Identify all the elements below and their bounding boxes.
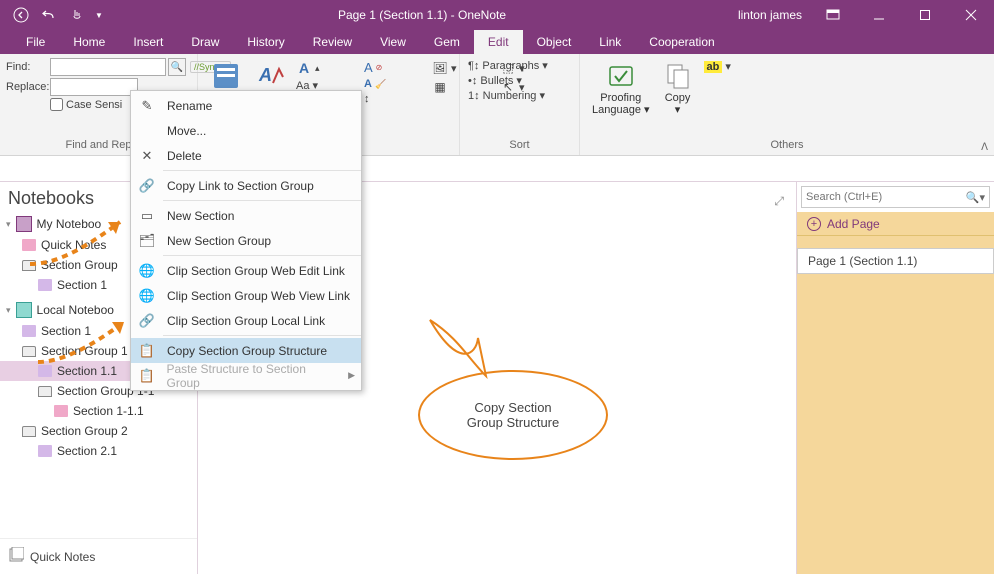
ribbon-display-button[interactable]: [810, 0, 856, 30]
context-menu: ✎Rename Move... ✕Delete 🔗Copy Link to Se…: [130, 90, 362, 391]
window-title: Page 1 (Section 1.1) - OneNote: [106, 8, 738, 22]
case-sensitive-label: Case Sensi: [66, 99, 122, 111]
tab-link[interactable]: Link: [585, 30, 635, 54]
tab-view[interactable]: View: [366, 30, 420, 54]
others-group: ProofingLanguage ▾ Copy▾ ab▾ Others: [580, 54, 994, 155]
replace-input[interactable]: [50, 78, 138, 96]
highlight-button[interactable]: ab▾: [704, 60, 764, 73]
link-icon: 🔗: [137, 178, 157, 194]
tab-review[interactable]: Review: [299, 30, 366, 54]
search-input[interactable]: [806, 191, 966, 203]
section-item[interactable]: Section 2.1: [0, 441, 197, 461]
maximize-button[interactable]: [902, 0, 948, 30]
new-section-group-icon: 🗂: [137, 233, 157, 249]
proofing-language-button[interactable]: ProofingLanguage ▾: [586, 58, 656, 118]
undo-button[interactable]: [36, 3, 62, 27]
tab-file[interactable]: File: [12, 30, 59, 54]
tab-draw[interactable]: Draw: [177, 30, 233, 54]
new-section-icon: ▭: [137, 208, 157, 224]
sort-group: ¶↕Paragraphs ▾ •↕Bullets ▾ 1↕Numbering ▾…: [460, 54, 580, 155]
find-label: Find:: [6, 61, 50, 73]
pages-panel: 🔍▾ + Add Page Page 1 (Section 1.1): [796, 182, 994, 574]
tab-history[interactable]: History: [233, 30, 298, 54]
sort-paragraphs-button[interactable]: ¶↕Paragraphs ▾: [468, 59, 548, 72]
clip-icon: 🌐: [137, 288, 157, 304]
ctx-new-section-group[interactable]: 🗂New Section Group: [131, 228, 361, 253]
ctx-clip-web-edit[interactable]: 🌐Clip Section Group Web Edit Link: [131, 258, 361, 283]
ctx-copy-link[interactable]: 🔗Copy Link to Section Group: [131, 173, 361, 198]
copy-button[interactable]: Copy▾: [656, 58, 700, 118]
section-group-item[interactable]: Section Group 2: [0, 421, 197, 441]
search-icon[interactable]: 🔍▾: [966, 191, 985, 204]
clip-icon: 🔗: [137, 313, 157, 329]
others-group-label: Others: [580, 139, 994, 155]
ctx-copy-structure[interactable]: 📋Copy Section Group Structure: [131, 338, 361, 363]
section-group-icon: [38, 386, 52, 397]
reset-size-button[interactable]: A⊘: [364, 60, 424, 75]
ctx-clip-web-view[interactable]: 🌐Clip Section Group Web View Link: [131, 283, 361, 308]
tab-edit[interactable]: Edit: [474, 30, 523, 54]
increase-font-button[interactable]: A▴: [296, 60, 356, 76]
tab-gem[interactable]: Gem: [420, 30, 474, 54]
ctx-rename[interactable]: ✎Rename: [131, 93, 361, 118]
sort-bullets-button[interactable]: •↕Bullets ▾: [468, 74, 522, 87]
page-list-item[interactable]: Page 1 (Section 1.1): [797, 248, 994, 274]
ctx-paste-structure: 📋Paste Structure to Section Group▶: [131, 363, 361, 388]
tab-object[interactable]: Object: [523, 30, 586, 54]
paste-icon: 📋: [137, 368, 156, 384]
section-item[interactable]: Section 1-1.1: [0, 401, 197, 421]
ctx-clip-local[interactable]: 🔗Clip Section Group Local Link: [131, 308, 361, 333]
find-input[interactable]: [50, 58, 166, 76]
find-go-button[interactable]: 🔍: [168, 58, 186, 76]
quick-styles-icon: A: [254, 60, 286, 92]
add-page-button[interactable]: + Add Page: [797, 212, 994, 236]
sort-numbering-button[interactable]: 1↕Numbering ▾: [468, 89, 545, 102]
section-icon: [38, 279, 52, 291]
svg-text:A: A: [258, 65, 272, 85]
section-icon: [38, 445, 52, 457]
annotation-arrow-1: [20, 214, 140, 274]
quick-notes-icon: [8, 547, 24, 566]
section-group-icon: [22, 426, 36, 437]
tab-home[interactable]: Home: [59, 30, 119, 54]
rename-icon: ✎: [137, 98, 157, 114]
section-icon: [54, 405, 68, 417]
add-icon: +: [807, 217, 821, 231]
annotation-arrow-2: [32, 316, 142, 376]
delete-icon: ✕: [137, 148, 157, 164]
template-icon: [210, 60, 242, 92]
proofing-icon: [605, 60, 637, 92]
clear-format-button[interactable]: A🧹: [364, 78, 424, 90]
ctx-move[interactable]: Move...: [131, 118, 361, 143]
tab-cooperation[interactable]: Cooperation: [635, 30, 728, 54]
sort-group-label: Sort: [460, 139, 579, 155]
fullscreen-button[interactable]: ⤢: [774, 194, 784, 209]
qat-dropdown[interactable]: ▼: [92, 3, 106, 27]
touch-mode-button[interactable]: [64, 3, 90, 27]
line-spacing-button[interactable]: ↕: [364, 93, 424, 105]
annotation-callout: Copy SectionGroup Structure: [418, 370, 608, 460]
tab-insert[interactable]: Insert: [119, 30, 177, 54]
submenu-arrow-icon: ▶: [348, 370, 355, 381]
ctx-new-section[interactable]: ▭New Section: [131, 203, 361, 228]
collapse-ribbon-button[interactable]: ᐱ: [981, 142, 988, 153]
minimize-button[interactable]: [856, 0, 902, 30]
replace-label: Replace:: [6, 81, 50, 93]
copy-icon: [662, 60, 694, 92]
ribbon-tabs: File Home Insert Draw History Review Vie…: [0, 30, 994, 54]
search-box[interactable]: 🔍▾: [801, 186, 990, 208]
case-sensitive-checkbox[interactable]: [50, 98, 63, 111]
clip-icon: 🌐: [137, 263, 157, 279]
close-button[interactable]: [948, 0, 994, 30]
copy-structure-icon: 📋: [137, 343, 157, 359]
notebook-icon: [16, 302, 32, 318]
user-name[interactable]: linton james: [738, 8, 810, 22]
ctx-delete[interactable]: ✕Delete: [131, 143, 361, 168]
back-button[interactable]: [8, 3, 34, 27]
quick-access-toolbar: ▼: [0, 3, 106, 27]
title-bar: ▼ Page 1 (Section 1.1) - OneNote linton …: [0, 0, 994, 30]
quick-notes-button[interactable]: Quick Notes: [0, 538, 197, 574]
